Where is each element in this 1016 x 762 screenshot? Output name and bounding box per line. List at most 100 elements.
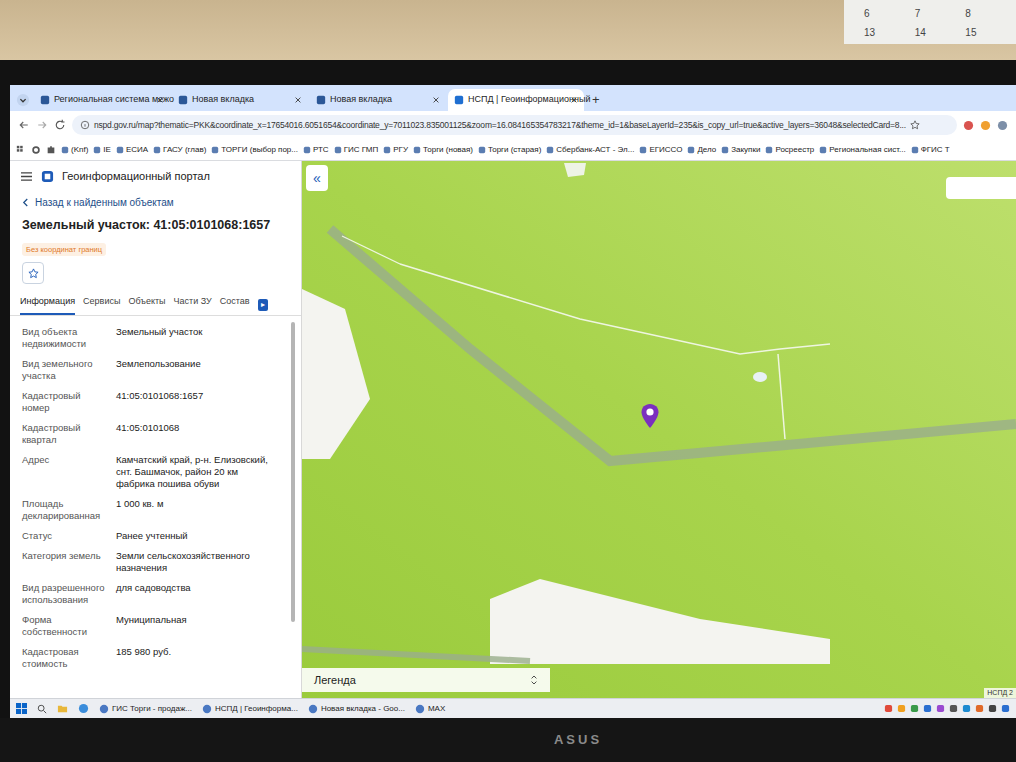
bookmark-favicon-icon: [687, 146, 695, 154]
tab-label: Региональная система межо: [54, 93, 152, 107]
monitor: Региональная система межо Новая вкладка Но…: [0, 60, 1016, 718]
site-favicon-icon: [40, 95, 50, 105]
tabs-more-button[interactable]: ▸: [258, 299, 268, 311]
bookmark-item[interactable]: РГУ: [383, 144, 408, 156]
screen: Региональная система межо Новая вкладка Но…: [10, 85, 1016, 718]
bookmark-item[interactable]: Дело: [687, 144, 716, 156]
folder-icon: [57, 703, 68, 714]
site-favicon-icon: [454, 95, 464, 105]
back-arrow-icon: [18, 119, 30, 131]
system-tray: [884, 704, 1010, 713]
browser-tab[interactable]: НСПД | Геоинформационный: [448, 89, 584, 111]
panel-tab[interactable]: Состав: [220, 295, 250, 316]
url-text: nspd.gov.ru/map?thematic=PKK&coordinate_…: [94, 119, 906, 132]
bookmark-label: ФГИС Т: [921, 144, 950, 156]
bookmark-item[interactable]: IE: [93, 144, 111, 156]
site-favicon-icon: [316, 95, 326, 105]
panel-tab[interactable]: Сервисы: [83, 295, 120, 316]
bookmark-label: Региональная сист...: [829, 144, 905, 156]
field-row: Вид объекта недвижимостиЗемельный участо…: [22, 322, 279, 354]
bookmark-label: РГУ: [393, 144, 408, 156]
field-label: Кадастровый номер: [22, 390, 108, 414]
field-value: Камчатский край, р-н. Елизовский, снт. Б…: [116, 454, 279, 490]
close-icon: [432, 96, 440, 104]
scrollbar-thumb[interactable]: [291, 322, 295, 622]
bookmark-favicon-icon: [639, 146, 647, 154]
field-row: Категория земельЗемли сельскохозяйственн…: [22, 546, 279, 578]
page-content: Геоинформационный портал Назад к найденны…: [10, 161, 1016, 698]
forward-arrow-icon: [36, 119, 48, 131]
bookmark-label: ТОРГИ (выбор пор...: [221, 144, 298, 156]
calendar-day: 13: [864, 25, 915, 40]
object-heading: Земельный участок: 41:05:0101068:1657: [10, 214, 301, 237]
url-field[interactable]: nspd.gov.ru/map?thematic=PKK&coordinate_…: [72, 115, 957, 135]
bookmark-item[interactable]: Торги (новая): [413, 144, 473, 156]
taskbar-item[interactable]: MAX: [415, 703, 445, 715]
bookmark-item[interactable]: ЕСИА: [116, 144, 148, 156]
legend-bar[interactable]: Легенда: [302, 668, 550, 692]
favorite-button[interactable]: [22, 262, 44, 284]
scrollbar-track[interactable]: [291, 322, 297, 698]
tab-label: Новая вкладка: [192, 93, 290, 107]
tray-app-icon: [897, 704, 906, 713]
browser-tab[interactable]: Новая вкладка: [310, 89, 446, 111]
profile-icon: [997, 120, 1008, 131]
bookmark-favicon-icon: [819, 146, 827, 154]
panel-tab[interactable]: Части ЗУ: [174, 295, 212, 316]
bookmark-item[interactable]: Региональная сист...: [819, 144, 905, 156]
field-label: Вид объекта недвижимости: [22, 326, 108, 350]
taskbar-item[interactable]: НСПД | Геоинформа...: [202, 703, 298, 715]
field-row: Вид земельного участкаЗемлепользование: [22, 354, 279, 386]
field-label: Адрес: [22, 454, 108, 490]
field-label: Форма собственности: [22, 614, 108, 638]
bookmark-item[interactable]: Закупки: [721, 144, 760, 156]
site-info-icon: [80, 120, 90, 130]
tab-label: Новая вкладка: [330, 93, 428, 107]
map[interactable]: « Легенда НСПД 2: [302, 161, 1016, 698]
map-search-field[interactable]: [946, 177, 1016, 199]
map-attribution: НСПД 2: [984, 688, 1016, 699]
field-row: СтатусРанее учтенный: [22, 526, 279, 546]
wall-calendar: 678131415: [844, 0, 1016, 44]
bookmark-item[interactable]: Росреестр: [765, 144, 814, 156]
collapse-panel-button[interactable]: «: [306, 165, 328, 191]
taskbar-label: MAX: [428, 703, 445, 715]
tab-search-button[interactable]: [14, 89, 32, 111]
portal-title: Геоинформационный портал: [62, 168, 210, 185]
bookmark-item[interactable]: ГИС ГМП: [334, 144, 379, 156]
calendar-day: 15: [965, 25, 1016, 40]
bookmark-favicon-icon: [546, 146, 554, 154]
tray-app-icon: [884, 704, 893, 713]
monitor-bezel: ASUS: [0, 718, 1016, 762]
tray-app-icon: [988, 704, 997, 713]
apps-grid-icon: [16, 145, 26, 155]
bookmark-item[interactable]: ГАСУ (глав): [153, 144, 206, 156]
bookmark-item[interactable]: ЕГИССО: [639, 144, 682, 156]
bookmark-item[interactable]: РТС: [303, 144, 329, 156]
browser-tab[interactable]: Новая вкладка: [172, 89, 308, 111]
bookmark-item[interactable]: Торги (старая): [478, 144, 541, 156]
bookmark-favicon-icon: [721, 146, 729, 154]
map-pin-icon[interactable]: [640, 403, 660, 429]
field-row: Вид разрешенного использованиядля садово…: [22, 578, 279, 610]
fields-list: Вид объекта недвижимостиЗемельный участо…: [10, 316, 291, 698]
panel-tab[interactable]: Информация: [20, 295, 75, 316]
address-bar-row: nspd.gov.ru/map?thematic=PKK&coordinate_…: [10, 111, 1016, 139]
panel-tab[interactable]: Объекты: [128, 295, 165, 316]
field-row: Кадастровая стоимость185 980 руб.: [22, 642, 279, 674]
browser-tab[interactable]: Региональная система межо: [34, 89, 170, 111]
info-panel: Геоинформационный портал Назад к найденны…: [10, 161, 302, 698]
map-features: [302, 161, 1016, 698]
bookmark-item[interactable]: ТОРГИ (выбор пор...: [211, 144, 298, 156]
field-label: Кадастровая стоимость: [22, 646, 108, 670]
taskbar-item[interactable]: Новая вкладка - Goo...: [308, 703, 405, 715]
bookmark-item[interactable]: Сбербанк-АСТ - Эл...: [546, 144, 634, 156]
bookmark-item[interactable]: (Knf): [61, 144, 88, 156]
back-link[interactable]: Назад к найденным объектам: [10, 191, 301, 214]
bookmark-label: ЕСИА: [126, 144, 148, 156]
browser-tab-bar: Региональная система межо Новая вкладка Но…: [10, 85, 1016, 111]
taskbar-item[interactable]: ГИС Торги - продаж...: [99, 703, 192, 715]
tab-label: НСПД | Геоинформационный: [468, 93, 566, 107]
new-tab-button[interactable]: +: [586, 89, 606, 111]
bookmark-item[interactable]: ФГИС Т: [911, 144, 950, 156]
